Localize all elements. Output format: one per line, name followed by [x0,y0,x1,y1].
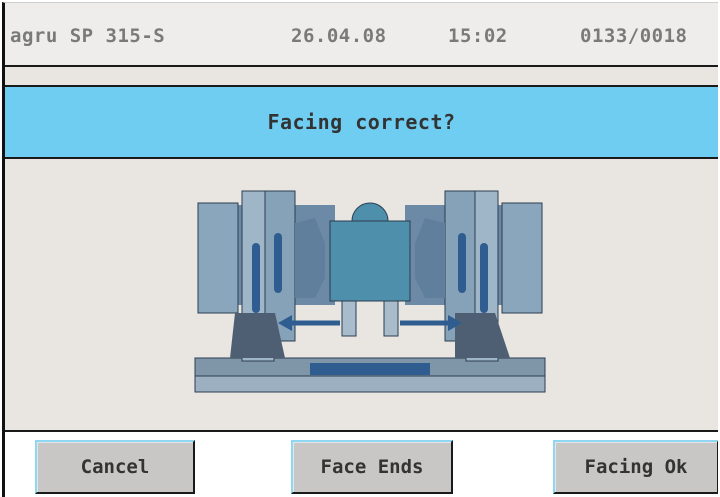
prompt-band: Facing correct? [5,85,718,159]
status-counter: 0133/0018 [580,25,688,47]
prompt-title: Facing correct? [267,110,456,134]
facing-ok-button[interactable]: Facing Ok [553,440,718,494]
status-date: 26.04.08 [291,25,387,47]
status-bar: agru SP 315-S 26.04.08 15:02 0133/0018 [5,3,718,67]
status-time: 15:02 [448,25,508,47]
cancel-button[interactable]: Cancel [35,440,195,494]
face-ends-button[interactable]: Face Ends [291,440,453,494]
machine-display: agru SP 315-S 26.04.08 15:02 0133/0018 F… [2,2,718,497]
button-bar: Cancel Face Ends Facing Ok [5,430,718,497]
butt-fusion-machine-facing-icon [190,183,550,398]
device-name: agru SP 315-S [10,25,166,47]
